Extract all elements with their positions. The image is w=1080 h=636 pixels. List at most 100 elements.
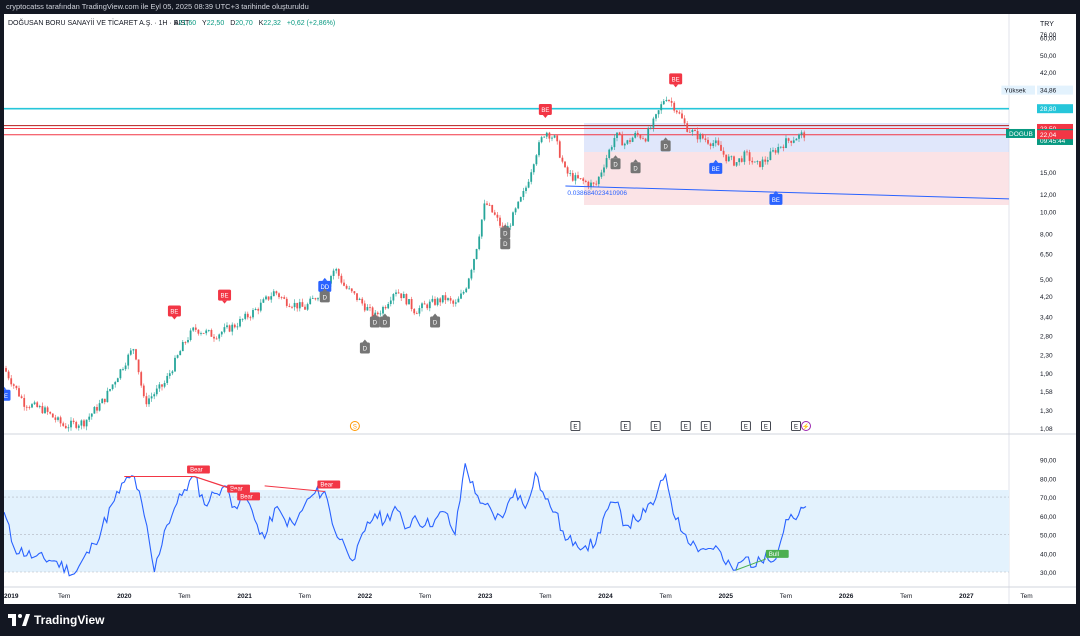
signal-marker[interactable]: D (359, 339, 370, 354)
signal-marker-label: D (373, 320, 378, 326)
candle-body (652, 118, 655, 128)
signal-marker[interactable]: BE (538, 103, 552, 118)
candle-body (353, 291, 356, 294)
signal-marker[interactable]: BE (167, 305, 181, 320)
candle-body (7, 371, 10, 379)
event-marker[interactable]: E (620, 421, 631, 431)
candle-body (465, 288, 468, 293)
candle-body (163, 382, 166, 387)
chart-panel[interactable]: 0.038684023410906 BEBEBEBEBEBEBEDDDDDDDD… (0, 14, 1076, 604)
candle-body (262, 299, 265, 303)
candle-body (740, 158, 743, 162)
event-marker[interactable]: E (700, 421, 711, 431)
candle-body (337, 269, 340, 276)
publisher-strip: cryptocatss tarafından TradingView.com i… (0, 0, 1080, 14)
candle-body (701, 134, 704, 139)
candle-body (350, 288, 353, 292)
candle-body (202, 333, 205, 334)
signal-marker[interactable]: D (379, 313, 390, 328)
price-tag-value: 34,86 (1040, 88, 1057, 95)
candle-body (244, 313, 247, 319)
time-tick: Tem (419, 593, 431, 600)
legend-close: 22,32 (263, 20, 281, 27)
candle-body (57, 417, 59, 420)
rsi-tick: 60,00 (1040, 514, 1057, 521)
candle-body (753, 161, 756, 163)
candle-body (272, 291, 275, 297)
signal-marker-label: BE (170, 309, 178, 315)
candle-body (402, 294, 405, 299)
event-marker[interactable]: ⚡ (801, 421, 811, 431)
candle-body (189, 330, 192, 341)
candle-body (207, 329, 210, 331)
candle-body (31, 404, 33, 408)
price-tick: 15,00 (1040, 170, 1057, 177)
legend-ohlc: A21,60 Y22,50 D20,70 K22,32 +0,62 (+2,86… (174, 20, 335, 27)
candle-body (153, 394, 156, 397)
candle-body (428, 301, 431, 309)
candle-body (431, 298, 434, 302)
signal-marker-label: D (363, 347, 368, 353)
event-marker[interactable]: E (740, 421, 751, 431)
candle-body (111, 384, 114, 390)
candle-body (439, 298, 442, 303)
tradingview-logo[interactable]: TradingView (8, 613, 104, 627)
divergence-label: Bull (769, 552, 779, 558)
price-tick: 60,00 (1040, 35, 1057, 42)
candle-body (548, 132, 551, 139)
legend-high: 22,50 (207, 20, 225, 27)
divergence-label: Bear (240, 494, 253, 500)
candle-body (681, 113, 683, 119)
candle-body (475, 249, 478, 260)
candle-body (376, 312, 379, 315)
event-marker[interactable]: E (680, 421, 691, 431)
signal-marker[interactable]: D (430, 313, 441, 328)
event-marker[interactable]: E (650, 421, 661, 431)
candle-body (148, 398, 150, 405)
candle-body (142, 385, 145, 397)
candle-body (545, 132, 548, 137)
signal-marker-label: BE (712, 167, 720, 173)
candle-body (405, 294, 408, 305)
signal-marker[interactable]: BE (218, 289, 232, 304)
event-marker[interactable]: E (570, 421, 581, 431)
time-tick: 2022 (358, 593, 373, 600)
signal-marker-label: D (613, 162, 618, 168)
price-tick: 42,00 (1040, 70, 1057, 77)
signal-marker[interactable]: BE (669, 73, 683, 88)
time-tick: Tem (660, 593, 672, 600)
event-marker[interactable]: S (349, 421, 360, 431)
candle-body (317, 298, 319, 300)
candle-body (514, 208, 517, 213)
candle-body (608, 149, 611, 159)
signal-marker[interactable]: D (369, 313, 380, 328)
candle-body (345, 285, 348, 289)
candle-body (213, 336, 215, 339)
candle-body (499, 217, 501, 226)
candle-body (766, 160, 769, 162)
candle-body (782, 146, 785, 149)
candle-body (761, 159, 764, 167)
candle-body (707, 139, 709, 144)
signal-marker[interactable]: BE (0, 386, 11, 401)
candle-body (717, 140, 720, 145)
chart-canvas[interactable]: 0.038684023410906 BEBEBEBEBEBEBEDDDDDDDD… (0, 14, 1076, 604)
time-tick: 2026 (839, 593, 854, 600)
trendline-label: 0.038684023410906 (567, 190, 627, 197)
candle-body (623, 143, 626, 146)
candle-body (553, 135, 556, 138)
event-marker-label: E (764, 424, 768, 430)
candle-body (564, 161, 566, 168)
candle-body (540, 137, 543, 143)
event-marker[interactable]: E (791, 421, 801, 431)
candle-body (709, 143, 712, 147)
candle-body (236, 326, 239, 328)
candle-body (200, 333, 202, 334)
candle-body (522, 190, 525, 198)
event-marker[interactable]: E (761, 421, 771, 431)
signal-marker-label: BE (221, 294, 229, 300)
candle-body (483, 203, 486, 220)
candle-body (283, 297, 286, 299)
price-tick: 6,50 (1040, 251, 1053, 258)
candle-body (577, 175, 579, 179)
